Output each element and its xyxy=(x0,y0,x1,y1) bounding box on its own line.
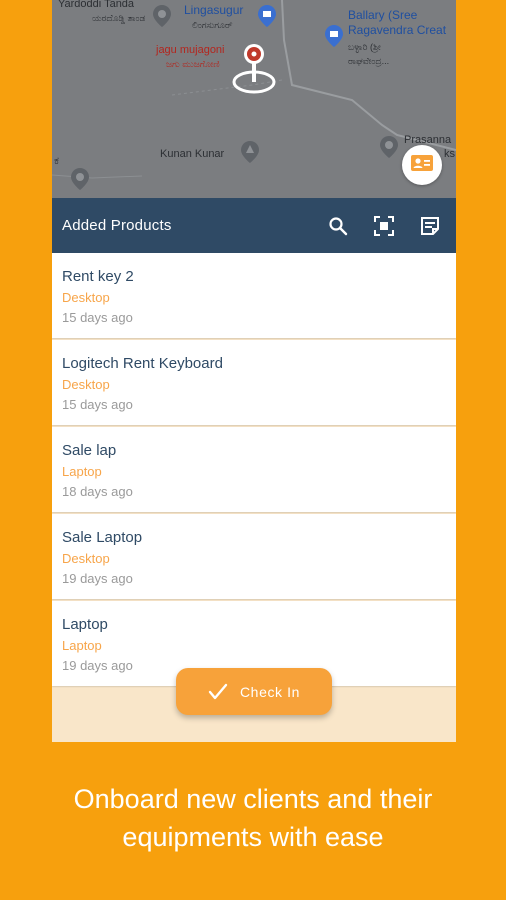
list-item[interactable]: Rent key 2 Desktop 15 days ago xyxy=(52,253,456,338)
list-item[interactable]: Sale lap Laptop 18 days ago xyxy=(52,427,456,512)
product-time: 18 days ago xyxy=(62,484,133,499)
map-label-yardoddi-kn: ಯರದೊಡ್ಡಿ ತಾಂಡ xyxy=(92,13,146,23)
product-category: Desktop xyxy=(62,290,110,305)
contact-card-button[interactable] xyxy=(402,145,442,185)
promo-caption: Onboard new clients and their equipments… xyxy=(0,780,506,856)
product-name: Logitech Rent Keyboard xyxy=(62,355,223,372)
map-label-kunan: Kunan Kunar xyxy=(160,148,225,160)
shop-pin-icon[interactable] xyxy=(324,24,344,53)
place-pin-icon[interactable] xyxy=(152,4,172,33)
map-label-lingasugur-kn: ಲಿಂಗಸುಗೂರ್ xyxy=(192,20,233,30)
product-name: Sale lap xyxy=(62,442,117,459)
check-in-button[interactable]: Check In xyxy=(176,668,332,715)
park-pin-icon[interactable] xyxy=(240,140,260,169)
notes-icon[interactable] xyxy=(418,214,442,238)
place-pin-icon[interactable] xyxy=(70,167,90,196)
toolbar-title: Added Products xyxy=(62,217,172,234)
caption-line-2: equipments with ease xyxy=(122,822,384,852)
product-list: Rent key 2 Desktop 15 days ago Logitech … xyxy=(52,253,456,688)
place-pin-icon[interactable] xyxy=(379,135,399,164)
map-view[interactable]: Yardoddi Tanda ಯರದೊಡ್ಡಿ ತಾಂಡ Lingasugur … xyxy=(52,0,456,198)
map-label-ballary-2: Ragavendra Creat xyxy=(348,23,447,37)
map-label-jagu-kn: ಜಗು ಮುಜಗೋಣಿ xyxy=(166,59,220,69)
map-label-prasanna-2: ks xyxy=(444,148,455,160)
product-category: Laptop xyxy=(62,638,102,653)
map-label-jagu: jagu mujagoni xyxy=(156,44,225,56)
contact-card-icon xyxy=(411,154,433,176)
map-label-ballary-1: Ballary (Sree xyxy=(348,8,418,22)
map-label-yardoddi: Yardoddi Tanda xyxy=(58,0,135,10)
product-category: Desktop xyxy=(62,551,110,566)
product-name: Laptop xyxy=(62,616,108,633)
location-marker-icon[interactable] xyxy=(232,42,276,103)
list-item[interactable]: Logitech Rent Keyboard Desktop 15 days a… xyxy=(52,340,456,425)
phone-screen: Yardoddi Tanda ಯರದೊಡ್ಡಿ ತಾಂಡ Lingasugur … xyxy=(52,0,456,742)
product-time: 19 days ago xyxy=(62,571,133,586)
caption-line-1: Onboard new clients and their xyxy=(73,784,433,814)
scan-icon[interactable] xyxy=(372,214,396,238)
map-label-ballary-kn-2: ರಾಘವೇಂದ್ರ... xyxy=(348,56,390,66)
product-name: Sale Laptop xyxy=(62,529,143,546)
map-label-ballary-kn-1: ಬಳ್ಳಾರಿ (ಶ್ರೀ xyxy=(348,42,381,52)
map-label-lingasugur: Lingasugur xyxy=(184,3,244,17)
product-name: Rent key 2 xyxy=(62,268,134,285)
product-category: Desktop xyxy=(62,377,110,392)
checkmark-icon xyxy=(208,683,228,701)
shop-pin-icon[interactable] xyxy=(257,4,277,33)
map-label-left: ಕ xyxy=(54,155,59,167)
list-item[interactable]: Sale Laptop Desktop 19 days ago xyxy=(52,514,456,599)
product-category: Laptop xyxy=(62,464,102,479)
product-time: 15 days ago xyxy=(62,397,133,412)
products-toolbar: Added Products xyxy=(52,198,456,253)
product-time: 15 days ago xyxy=(62,310,133,325)
search-icon[interactable] xyxy=(326,214,350,238)
check-in-label: Check In xyxy=(239,683,301,700)
